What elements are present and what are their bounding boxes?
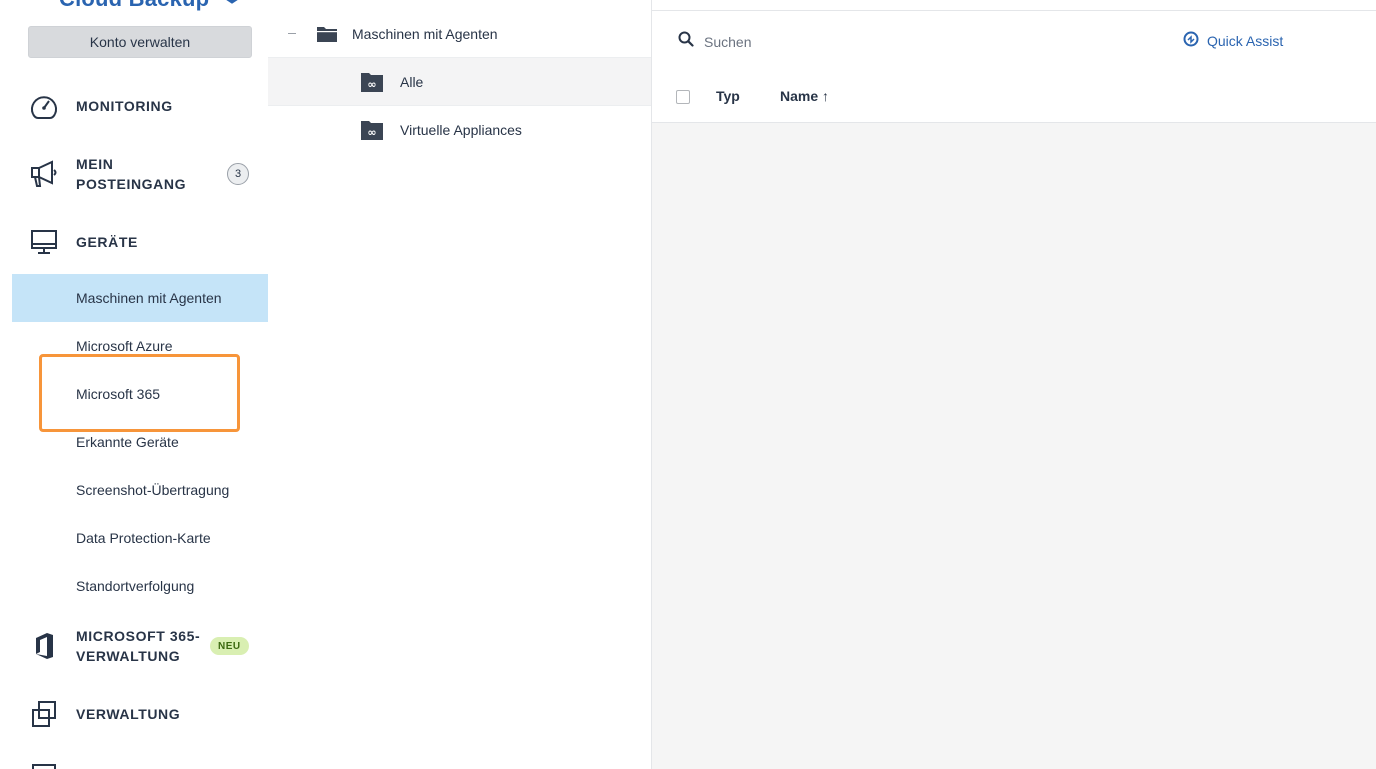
search-box[interactable] [678,31,1006,52]
sidebar-item-label: Standortverfolgung [76,578,195,594]
nav-monitoring[interactable]: MONITORING [12,82,268,130]
quick-assist-button[interactable]: Quick Assist [1183,31,1283,50]
header-strip [652,0,1376,11]
column-header-name[interactable]: Name ↑ [780,88,829,104]
sidebar-item-label: Maschinen mit Agenten [76,290,222,306]
nav-management-label: VERWALTUNG [76,706,181,722]
logo: Cloud Backup [59,0,209,12]
svg-text:∞: ∞ [367,78,376,91]
new-badge: NEU [210,637,249,655]
search-icon [678,31,694,52]
folder-icon [316,24,338,49]
inbox-count-badge: 3 [227,163,249,185]
device-tree: Maschinen mit Agenten ∞ Alle ∞ Virtuelle… [268,0,652,769]
svg-text:∞: ∞ [367,126,376,139]
quick-assist-label: Quick Assist [1207,32,1284,49]
sidebar-item-label: Screenshot-Übertragung [76,482,230,498]
monitor-icon [28,226,60,258]
tree-node-all[interactable]: ∞ Alle [268,58,651,106]
main-content: Quick Assist Typ Name ↑ [652,0,1376,769]
manage-account-button[interactable]: Konto verwalten [28,26,252,58]
tree-node-label: Alle [400,73,424,90]
speedometer-icon [28,90,60,122]
column-header-type[interactable]: Typ [716,88,740,104]
tree-node-virtual-appliances[interactable]: ∞ Virtuelle Appliances [268,106,651,154]
tree-node-label: Virtuelle Appliances [400,122,522,138]
office-icon [28,630,60,662]
dynamic-group-icon: ∞ [360,71,384,98]
nav-m365-label-1: MICROSOFT 365- [76,628,201,644]
sidebar-item-machines-with-agents[interactable]: Maschinen mit Agenten [12,274,268,322]
nav-m365-label-2: VERWALTUNG [76,648,181,664]
megaphone-icon [28,158,60,190]
dynamic-group-icon: ∞ [360,119,384,146]
collapse-icon[interactable] [288,33,296,34]
tree-node-machines-with-agents[interactable]: Maschinen mit Agenten [268,10,651,58]
nav-management[interactable]: VERWALTUNG [12,690,268,738]
cut-off-nav-icon [32,764,56,769]
sidebar-item-label: Microsoft Azure [76,338,173,354]
tree-node-label: Maschinen mit Agenten [352,25,498,42]
select-all-checkbox[interactable] [676,90,690,104]
sidebar-item-label: Data Protection-Karte [76,530,211,546]
search-input[interactable] [702,32,1006,51]
sidebar-item-location-tracking[interactable]: Standortverfolgung [12,562,268,610]
logo-icon [226,0,238,4]
sidebar: Cloud Backup Konto verwalten MONITORING … [12,0,268,769]
table-header: Typ Name ↑ [652,73,1376,123]
nav-devices[interactable]: GERÄTE [12,218,268,266]
nav-devices-label: GERÄTE [76,234,138,250]
nav-inbox[interactable]: MEIN POSTEINGANG 3 [12,148,268,200]
nav-microsoft-365-management[interactable]: MICROSOFT 365- VERWALTUNG NEU [12,620,268,672]
overlapping-squares-icon [28,698,60,730]
toolbar: Quick Assist [652,11,1376,73]
sidebar-item-data-protection-map[interactable]: Data Protection-Karte [12,514,268,562]
sidebar-item-screenshot-transfer[interactable]: Screenshot-Übertragung [12,466,268,514]
nav-inbox-label-2: POSTEINGANG [76,176,187,192]
sidebar-item-label: Erkannte Geräte [76,434,179,450]
nav-monitoring-label: MONITORING [76,98,173,114]
nav-inbox-label-1: MEIN [76,156,114,172]
annotation-highlight-box [39,354,240,432]
quick-assist-icon [1183,31,1199,50]
